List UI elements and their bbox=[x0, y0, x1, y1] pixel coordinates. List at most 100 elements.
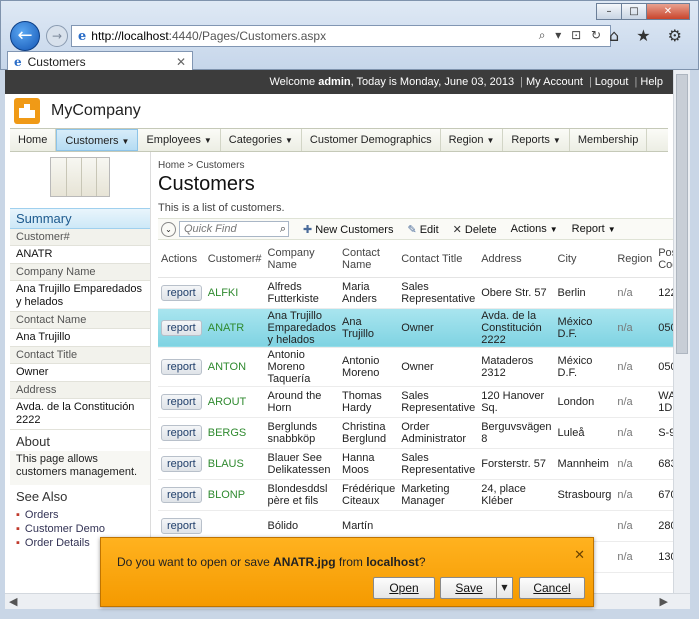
tab-ie-icon: e bbox=[14, 54, 22, 69]
table-row[interactable]: report BLAUS Blauer See Delikatessen Hanna … bbox=[158, 448, 673, 480]
column-header[interactable]: City bbox=[554, 241, 615, 278]
cell-region: n/a bbox=[614, 479, 656, 511]
actions-cell: report bbox=[158, 479, 205, 511]
cell-id: BERGS bbox=[204, 417, 265, 449]
summary-field-value: Avda. de la Constitución 2222 bbox=[10, 399, 150, 430]
table-row[interactable]: report AROUT Around the Horn Thomas Hardy Sa… bbox=[158, 386, 673, 418]
cell-postal: WA 1DP bbox=[655, 386, 673, 418]
menu-item-customers[interactable]: Customers ▼ bbox=[56, 129, 139, 151]
row-report-button[interactable]: report bbox=[161, 393, 202, 410]
url-path: :4440/Pages/Customers.aspx bbox=[168, 29, 327, 43]
column-header[interactable]: Contact Title bbox=[398, 241, 479, 278]
table-row[interactable]: report BERGS Berglunds snabbköp Christina B… bbox=[158, 417, 673, 449]
cell-company: Ana Trujillo Emparedados y helados bbox=[264, 308, 340, 348]
row-report-button[interactable]: report bbox=[161, 358, 202, 375]
menu-item-reports[interactable]: Reports ▼ bbox=[503, 129, 570, 151]
my-account-link[interactable]: My Account bbox=[526, 76, 583, 88]
row-report-button[interactable]: report bbox=[161, 319, 202, 336]
menu-item-categories[interactable]: Categories ▼ bbox=[221, 129, 302, 151]
column-header[interactable]: Postal Code bbox=[655, 241, 673, 278]
quick-find-input[interactable]: Quick Find ⌕ bbox=[179, 221, 289, 237]
back-button[interactable]: ← bbox=[10, 21, 40, 51]
username: admin bbox=[318, 76, 351, 88]
grid-toolbar: ⌄ Quick Find ⌕ ✚ New Customers ✎ Edit ✕ Del… bbox=[158, 218, 673, 240]
row-report-button[interactable]: report bbox=[161, 455, 202, 472]
brand-header: MyCompany bbox=[5, 94, 673, 128]
tab-close-icon[interactable]: ✕ bbox=[176, 55, 186, 69]
scroll-thumb[interactable] bbox=[676, 74, 688, 354]
cell-postal: 130 bbox=[655, 541, 673, 573]
summary-field-label: Contact Name bbox=[10, 312, 150, 329]
cell-company: Blauer See Delikatessen bbox=[264, 448, 340, 480]
cancel-button[interactable]: Cancel bbox=[519, 577, 585, 599]
row-report-button[interactable]: report bbox=[161, 517, 202, 534]
cell-region: n/a bbox=[614, 448, 656, 480]
row-report-button[interactable]: report bbox=[161, 284, 202, 301]
delete-button[interactable]: ✕ Delete bbox=[453, 223, 497, 236]
column-header[interactable]: Address bbox=[478, 241, 555, 278]
chevron-down-icon: ▼ bbox=[486, 136, 495, 145]
maximize-button[interactable]: □ bbox=[621, 3, 647, 20]
menu-item-region[interactable]: Region ▼ bbox=[441, 129, 504, 151]
main-content: Home > Customers Customers This is a lis… bbox=[158, 152, 673, 592]
column-header[interactable]: Contact Name bbox=[339, 241, 399, 278]
menu-item-customer-demographics[interactable]: Customer Demographics bbox=[302, 129, 441, 151]
browser-tab[interactable]: e Customers ✕ bbox=[7, 51, 193, 71]
search-icon[interactable]: ⌕ bbox=[280, 222, 286, 236]
breadcrumb-home[interactable]: Home bbox=[158, 160, 185, 171]
chevron-down-icon: ▼ bbox=[552, 136, 561, 145]
table-row[interactable]: report ANATR Ana Trujillo Emparedados y he… bbox=[158, 308, 673, 348]
menu-item-membership[interactable]: Membership bbox=[570, 129, 648, 151]
cell-region: n/a bbox=[614, 347, 656, 387]
close-icon[interactable]: ✕ bbox=[574, 548, 585, 563]
new-record-icon: ✚ bbox=[303, 222, 313, 236]
cell-id: ALFKI bbox=[204, 277, 265, 309]
scroll-right-icon[interactable]: ▶ bbox=[660, 595, 668, 608]
summary-field-label: Contact Title bbox=[10, 347, 150, 364]
minimize-button[interactable]: – bbox=[596, 3, 622, 20]
quick-find-placeholder: Quick Find bbox=[184, 223, 237, 235]
page-viewport: Welcome admin, Today is Monday, June 03,… bbox=[5, 70, 673, 593]
address-bar[interactable]: e http://localhost:4440/Pages/Customers.… bbox=[71, 25, 611, 47]
address-tools-icons[interactable]: ⌕ ▾ ⊡ ↻ bbox=[539, 28, 604, 43]
column-header[interactable]: Company Name bbox=[264, 241, 340, 278]
save-options-chevron-icon[interactable]: ▼ bbox=[496, 577, 513, 599]
page-body: Summary Customer# ANATR Company Name Ana Tr… bbox=[5, 152, 673, 592]
cell-city: Berlin bbox=[554, 277, 615, 309]
menu-item-home[interactable]: Home bbox=[10, 129, 57, 151]
row-report-button[interactable]: report bbox=[161, 486, 202, 503]
vertical-scrollbar[interactable] bbox=[673, 70, 690, 593]
table-row[interactable]: report BLONP Blondesddsl père et fils Frédé… bbox=[158, 479, 673, 511]
page-description: This is a list of customers. bbox=[158, 202, 285, 214]
cell-postal: 050 bbox=[655, 308, 673, 348]
close-window-button[interactable]: ✕ bbox=[646, 3, 690, 20]
report-menu-button[interactable]: Report ▼ bbox=[572, 223, 616, 235]
logout-link[interactable]: Logout bbox=[595, 76, 629, 88]
column-header[interactable]: Actions bbox=[158, 241, 205, 278]
cell-contact: Ana Trujillo bbox=[339, 308, 399, 348]
help-link[interactable]: Help bbox=[640, 76, 663, 88]
cell-contact: Hanna Moos bbox=[339, 448, 399, 480]
table-row[interactable]: report ALFKI Alfreds Futterkiste Maria Ande… bbox=[158, 277, 673, 309]
cell-address: Mataderos 2312 bbox=[478, 347, 555, 387]
collapse-icon[interactable]: ⌄ bbox=[161, 221, 176, 237]
column-header[interactable]: Customer# bbox=[204, 241, 265, 278]
home-favorites-tools-icons[interactable]: ⌂ ★ ⚙ bbox=[609, 26, 688, 45]
table-row[interactable]: report ANTON Antonio Moreno Taquería Antoni… bbox=[158, 347, 673, 387]
cell-title: Marketing Manager bbox=[398, 479, 479, 511]
open-button[interactable]: Open bbox=[373, 577, 435, 599]
download-host: localhost bbox=[366, 555, 419, 569]
scroll-left-icon[interactable]: ◀ bbox=[9, 595, 17, 608]
actions-menu-button[interactable]: Actions ▼ bbox=[511, 223, 558, 235]
see-also-orders[interactable]: Orders bbox=[16, 508, 144, 522]
see-also-customer-demo[interactable]: Customer Demo bbox=[16, 522, 144, 536]
menu-item-employees[interactable]: Employees ▼ bbox=[138, 129, 221, 151]
download-message: Do you want to open or save ANATR.jpg fr… bbox=[117, 555, 426, 569]
column-header[interactable]: Region bbox=[614, 241, 656, 278]
new-customers-button[interactable]: ✚ New Customers bbox=[303, 223, 393, 236]
save-button[interactable]: Save bbox=[440, 577, 498, 599]
row-report-button[interactable]: report bbox=[161, 424, 202, 441]
edit-button[interactable]: ✎ Edit bbox=[407, 223, 438, 236]
actions-cell: report bbox=[158, 308, 205, 348]
forward-button[interactable]: → bbox=[46, 25, 68, 47]
